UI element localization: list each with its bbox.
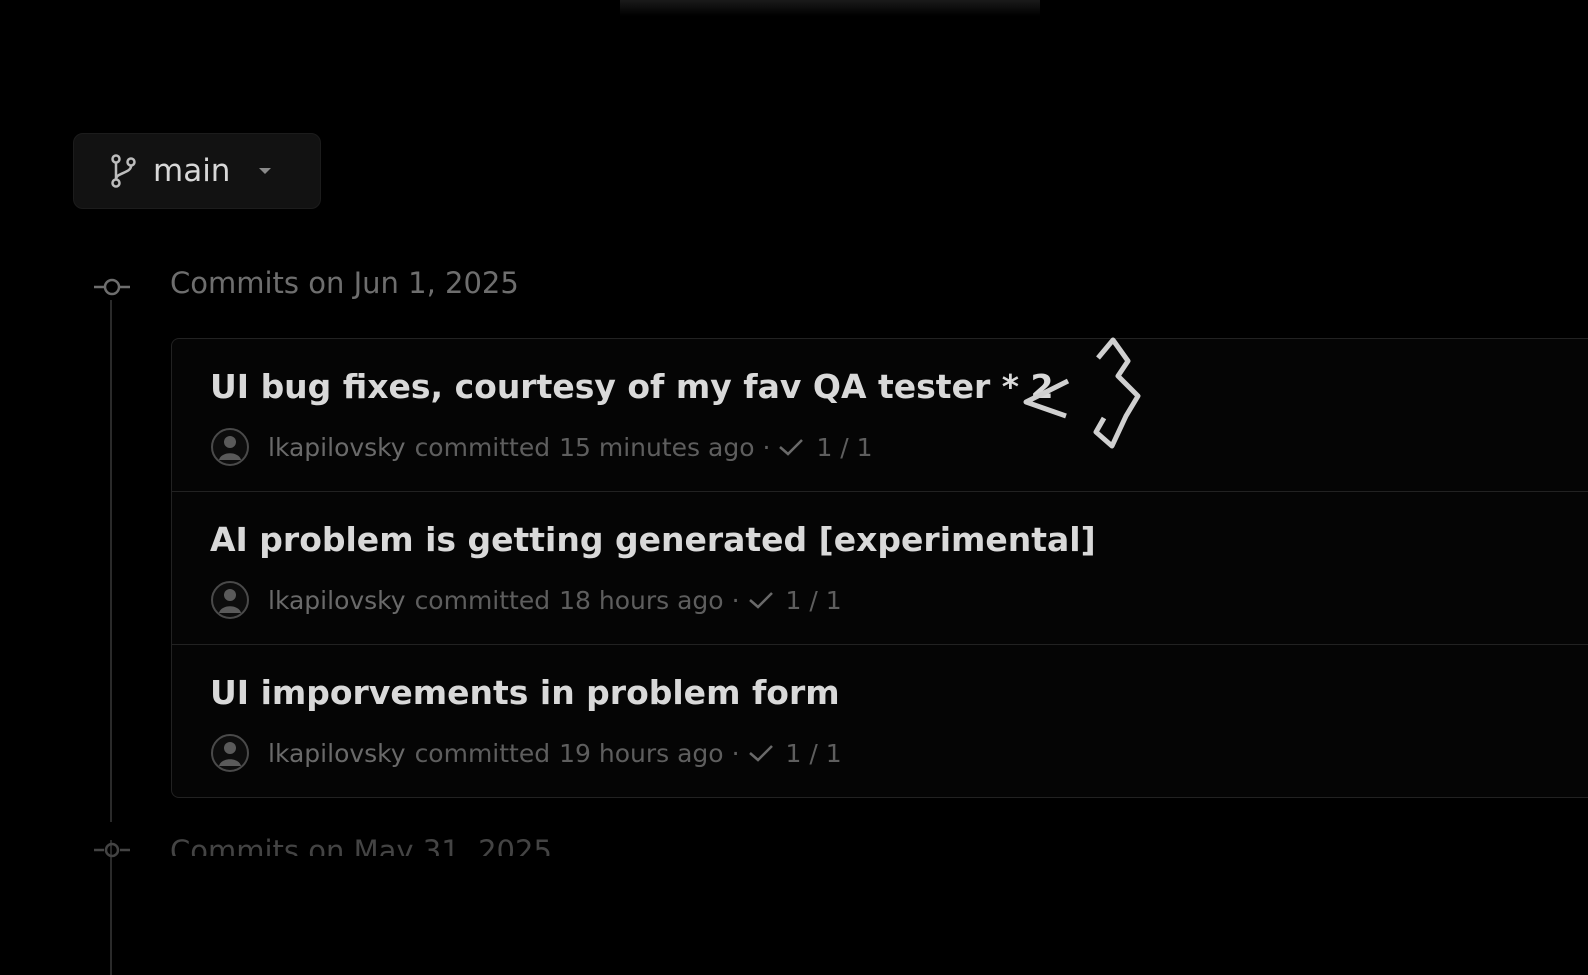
check-count[interactable]: 1 / 1 bbox=[786, 739, 842, 768]
branch-name: main bbox=[153, 153, 231, 189]
commit-title-link[interactable]: UI imporvements in problem form bbox=[210, 673, 840, 712]
commit-meta: lkapilovsky committed 15 minutes ago · 1… bbox=[210, 427, 873, 467]
commit-history-page: main Commits on Jun 1, 2025 UI bug fixes… bbox=[0, 0, 1588, 975]
commit-author-link[interactable]: lkapilovsky bbox=[268, 433, 406, 462]
commit-time[interactable]: 15 minutes ago bbox=[559, 433, 754, 462]
timeline-line bbox=[110, 300, 112, 822]
commit-author-link[interactable]: lkapilovsky bbox=[268, 586, 406, 615]
commit-action: committed bbox=[414, 585, 551, 615]
commit-meta: lkapilovsky committed 18 hours ago · 1 /… bbox=[210, 580, 842, 620]
commit-row: UI bug fixes, courtesy of my fav QA test… bbox=[172, 339, 1588, 492]
commit-title-link[interactable]: UI bug fixes, courtesy of my fav QA test… bbox=[210, 367, 1053, 406]
check-icon[interactable] bbox=[748, 743, 774, 763]
commit-action: committed bbox=[414, 738, 551, 768]
timeline-line bbox=[110, 840, 112, 975]
commit-list: UI bug fixes, courtesy of my fav QA test… bbox=[171, 338, 1588, 798]
git-commit-icon bbox=[94, 278, 130, 296]
commit-author-link[interactable]: lkapilovsky bbox=[268, 739, 406, 768]
git-branch-icon bbox=[111, 154, 136, 188]
caret-down-icon bbox=[259, 168, 272, 174]
commit-group-heading: Commits on Jun 1, 2025 bbox=[170, 266, 519, 300]
commit-title-link[interactable]: AI problem is getting generated [experim… bbox=[210, 520, 1096, 559]
avatar-icon[interactable] bbox=[210, 580, 250, 620]
check-count[interactable]: 1 / 1 bbox=[786, 586, 842, 615]
check-icon[interactable] bbox=[748, 590, 774, 610]
commit-row: UI imporvements in problem form lkapilov… bbox=[172, 645, 1588, 798]
commit-time[interactable]: 19 hours ago bbox=[559, 739, 723, 768]
commit-group-heading: Commits on May 31, 2025 bbox=[170, 834, 552, 856]
meta-separator: · bbox=[731, 585, 740, 615]
commit-time[interactable]: 18 hours ago bbox=[559, 586, 723, 615]
commit-meta: lkapilovsky committed 19 hours ago · 1 /… bbox=[210, 733, 842, 773]
meta-separator: · bbox=[762, 432, 771, 462]
git-commit-icon bbox=[94, 842, 130, 858]
heart-doodle-icon bbox=[1023, 337, 1141, 449]
check-icon[interactable] bbox=[778, 437, 804, 457]
check-count[interactable]: 1 / 1 bbox=[816, 433, 872, 462]
commit-action: committed bbox=[414, 432, 551, 462]
avatar-icon[interactable] bbox=[210, 733, 250, 773]
branch-selector-button[interactable]: main bbox=[73, 133, 321, 209]
meta-separator: · bbox=[731, 738, 740, 768]
avatar-icon[interactable] bbox=[210, 427, 250, 467]
top-fade bbox=[620, 0, 1040, 16]
commit-row: AI problem is getting generated [experim… bbox=[172, 492, 1588, 645]
